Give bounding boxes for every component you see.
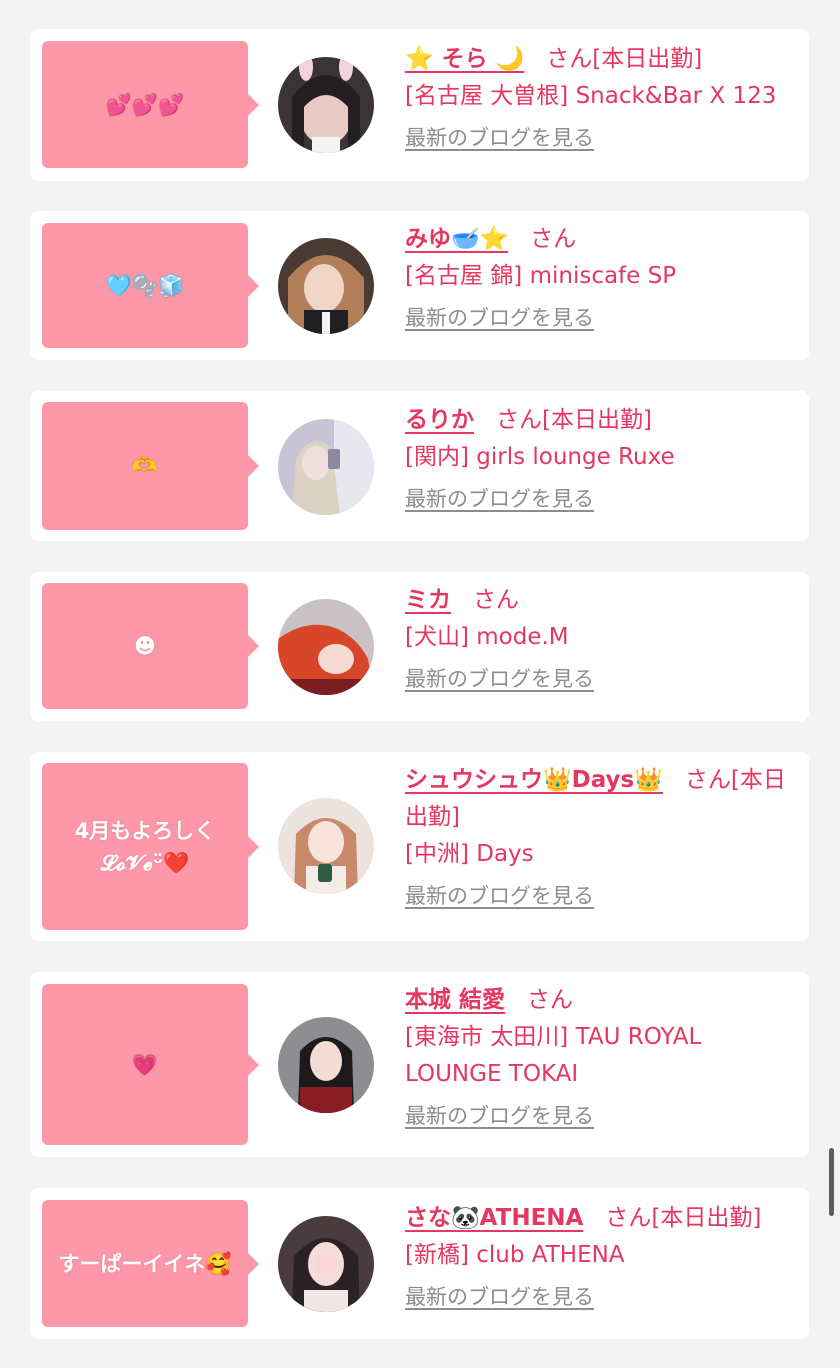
cast-info: シュウシュウ👑Days👑 さん[本日出勤] [中洲] Days 最新のブログを見る	[405, 762, 790, 915]
name-line: 本城 結愛 さん	[405, 982, 790, 1019]
comment-bubble: 💗	[42, 984, 259, 1145]
comment-bubble: 4月もよろしく 𝓛𝓸𝓥𝓮ᵕ̈❤️	[42, 763, 259, 930]
latest-blog-link[interactable]: 最新のブログを見る	[405, 878, 790, 915]
cast-info: るりか さん[本日出勤] [関内] girls lounge Ruxe 最新のブロ…	[405, 402, 790, 518]
latest-blog-link[interactable]: 最新のブログを見る	[405, 661, 790, 698]
name-line: みゆ🥣⭐️ さん	[405, 221, 790, 258]
name-line: ミカ さん	[405, 582, 790, 619]
cast-card: 4月もよろしく 𝓛𝓸𝓥𝓮ᵕ̈❤️ シュウシュウ👑Days👑 さん[本日出勤] [中…	[30, 752, 809, 941]
cast-blog-list: 💕💕💕 ⭐️ そら 🌙 さん[本日出勤] [名古屋 大曽根] Snack&Bar …	[0, 0, 840, 1368]
avatar-photo-icon	[278, 1017, 374, 1113]
comment-text: 💗	[131, 1052, 159, 1077]
name-line: さな🐼ATHENA さん[本日出勤]	[405, 1200, 790, 1237]
honorific: さん	[527, 987, 574, 1013]
comment-text: 🫶	[131, 454, 159, 478]
status-text: [本日出勤]	[651, 1205, 762, 1231]
honorific: さん	[605, 1205, 652, 1231]
name-line: シュウシュウ👑Days👑 さん[本日出勤]	[405, 762, 790, 836]
honorific: さん	[530, 226, 577, 252]
name-line: ⭐️ そら 🌙 さん[本日出勤]	[405, 41, 790, 78]
honorific: さん	[473, 587, 519, 613]
cast-name-link[interactable]: るりか	[405, 407, 474, 433]
honorific: さん	[684, 767, 731, 793]
comment-bubble: 🩵🫧🧊	[42, 223, 259, 348]
comment-bubble: すーぱーイイネ🥰	[42, 1200, 259, 1327]
shop-name: [関内] girls lounge Ruxe	[405, 444, 675, 470]
status-text: [本日出勤]	[542, 407, 652, 433]
shop-name: [名古屋 大曽根] Snack&Bar X 123	[405, 83, 777, 109]
name-line: るりか さん[本日出勤]	[405, 402, 790, 439]
cast-card: 🩵🫧🧊 みゆ🥣⭐️ さん [名古屋 錦] miniscafe SP 最新のブログを…	[30, 211, 809, 360]
avatar[interactable]	[278, 599, 374, 695]
comment-bubble: ☻	[42, 583, 259, 709]
shop-name: [名古屋 錦] miniscafe SP	[405, 263, 677, 289]
shop-name: [新橋] club ATHENA	[405, 1242, 625, 1268]
cast-info: ⭐️ そら 🌙 さん[本日出勤] [名古屋 大曽根] Snack&Bar X 12…	[405, 41, 790, 157]
cast-card: ☻ ミカ さん [犬山] mode.M 最新のブログを見る	[30, 572, 809, 721]
shop-name: [中洲] Days	[405, 841, 534, 867]
cast-card: 🫶 るりか さん[本日出勤] [関内] girls lounge Ruxe 最新の…	[30, 391, 809, 541]
avatar-photo-icon	[278, 798, 374, 894]
cast-name-link[interactable]: さな🐼ATHENA	[405, 1205, 583, 1231]
avatar[interactable]	[278, 798, 374, 894]
cast-info: 本城 結愛 さん [東海市 太田川] TAU ROYAL LOUNGE TOKAI…	[405, 982, 790, 1135]
cast-card: すーぱーイイネ🥰 さな🐼ATHENA さん[本日出勤] [新橋] club ATH…	[30, 1188, 809, 1339]
shop-name: [犬山] mode.M	[405, 624, 569, 650]
honorific: さん	[496, 407, 542, 433]
cast-name-link[interactable]: ⭐️ そら 🌙	[405, 46, 524, 72]
avatar[interactable]	[278, 238, 374, 334]
avatar[interactable]	[278, 1216, 374, 1312]
shop-name: [東海市 太田川] TAU ROYAL LOUNGE TOKAI	[405, 1024, 702, 1087]
avatar[interactable]	[278, 57, 374, 153]
avatar-photo-icon	[278, 57, 374, 153]
avatar-photo-icon	[278, 1216, 374, 1312]
avatar-photo-icon	[278, 238, 374, 334]
avatar-photo-icon	[278, 599, 374, 695]
latest-blog-link[interactable]: 最新のブログを見る	[405, 1098, 790, 1135]
comment-text: 4月もよろしく 𝓛𝓸𝓥𝓮ᵕ̈❤️	[74, 818, 216, 875]
avatar[interactable]	[278, 419, 374, 515]
cast-info: ミカ さん [犬山] mode.M 最新のブログを見る	[405, 582, 790, 698]
cast-info: みゆ🥣⭐️ さん [名古屋 錦] miniscafe SP 最新のブログを見る	[405, 221, 790, 337]
cast-name-link[interactable]: ミカ	[405, 587, 451, 613]
avatar[interactable]	[278, 1017, 374, 1113]
honorific: さん	[546, 46, 593, 72]
cast-card: 💗 本城 結愛 さん [東海市 太田川] TAU ROYAL LOUNGE TOK…	[30, 972, 809, 1157]
cast-name-link[interactable]: みゆ🥣⭐️	[405, 226, 508, 252]
comment-text: ☻	[134, 634, 156, 658]
cast-info: さな🐼ATHENA さん[本日出勤] [新橋] club ATHENA 最新のブロ…	[405, 1200, 790, 1316]
comment-text: すーぱーイイネ🥰	[58, 1251, 232, 1276]
cast-card: 💕💕💕 ⭐️ そら 🌙 さん[本日出勤] [名古屋 大曽根] Snack&Bar …	[30, 29, 809, 181]
avatar-photo-icon	[278, 419, 374, 515]
latest-blog-link[interactable]: 最新のブログを見る	[405, 481, 790, 518]
latest-blog-link[interactable]: 最新のブログを見る	[405, 300, 790, 337]
comment-text: 💕💕💕	[105, 92, 185, 117]
comment-bubble: 🫶	[42, 402, 259, 530]
scrollbar[interactable]	[829, 1148, 834, 1216]
latest-blog-link[interactable]: 最新のブログを見る	[405, 1279, 790, 1316]
comment-bubble: 💕💕💕	[42, 41, 259, 168]
comment-text: 🩵🫧🧊	[105, 273, 185, 298]
cast-name-link[interactable]: 本城 結愛	[405, 987, 505, 1013]
status-text: [本日出勤]	[592, 46, 703, 72]
latest-blog-link[interactable]: 最新のブログを見る	[405, 120, 790, 157]
cast-name-link[interactable]: シュウシュウ👑Days👑	[405, 767, 663, 793]
